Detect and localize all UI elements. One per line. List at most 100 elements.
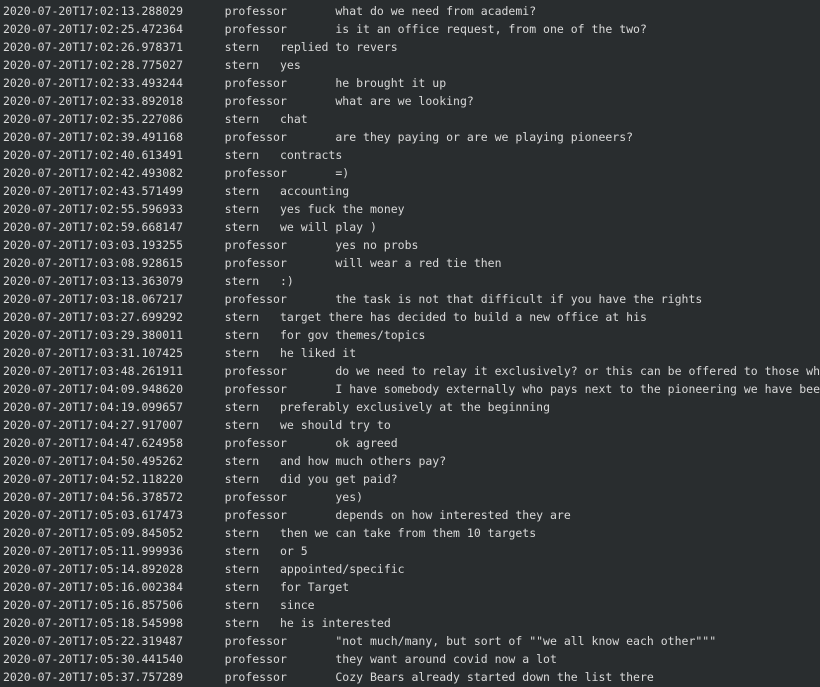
log-column-gap bbox=[183, 148, 225, 162]
log-message: did you get paid? bbox=[279, 472, 398, 486]
log-line: 2020-07-20T17:04:50.495262 stern and how… bbox=[3, 452, 820, 470]
log-column-gap bbox=[183, 166, 225, 180]
log-column-gap bbox=[259, 310, 280, 324]
log-timestamp: 2020-07-20T17:05:16.857506 bbox=[3, 598, 184, 612]
log-column-gap bbox=[287, 382, 335, 396]
log-line: 2020-07-20T17:05:37.757289 professor Coz… bbox=[3, 668, 820, 686]
log-username: stern bbox=[224, 328, 260, 342]
log-username: professor bbox=[224, 652, 287, 666]
log-column-gap bbox=[259, 328, 280, 342]
log-line: 2020-07-20T17:03:29.380011 stern for gov… bbox=[3, 326, 820, 344]
log-timestamp: 2020-07-20T17:03:03.193255 bbox=[3, 238, 184, 252]
log-column-gap bbox=[287, 670, 335, 684]
log-column-gap bbox=[287, 508, 335, 522]
log-message: Cozy Bears already started down the list… bbox=[335, 670, 654, 684]
log-column-gap bbox=[183, 238, 225, 252]
log-message: depends on how interested they are bbox=[335, 508, 571, 522]
log-line: 2020-07-20T17:03:18.067217 professor the… bbox=[3, 290, 820, 308]
log-column-gap bbox=[183, 220, 225, 234]
log-timestamp: 2020-07-20T17:02:55.596933 bbox=[3, 202, 184, 216]
log-column-gap bbox=[183, 472, 225, 486]
log-column-gap bbox=[183, 598, 225, 612]
log-column-gap bbox=[183, 526, 225, 540]
log-column-gap bbox=[183, 4, 225, 18]
log-column-gap bbox=[183, 580, 225, 594]
log-column-gap bbox=[183, 328, 225, 342]
log-message: =) bbox=[335, 166, 350, 180]
log-message: contracts bbox=[279, 148, 343, 162]
log-line: 2020-07-20T17:05:09.845052 stern then we… bbox=[3, 524, 820, 542]
log-column-gap bbox=[183, 490, 225, 504]
log-username: stern bbox=[224, 346, 260, 360]
log-timestamp: 2020-07-20T17:02:26.978371 bbox=[3, 40, 184, 54]
log-message: they want around covid now a lot bbox=[335, 652, 557, 666]
log-column-gap bbox=[183, 58, 225, 72]
log-line: 2020-07-20T17:02:43.571499 stern account… bbox=[3, 182, 820, 200]
log-message: and how much others pay? bbox=[279, 454, 447, 468]
log-message: for gov themes/topics bbox=[279, 328, 426, 342]
log-line: 2020-07-20T17:03:48.261911 professor do … bbox=[3, 362, 820, 380]
log-username: stern bbox=[224, 472, 260, 486]
log-column-gap bbox=[259, 580, 280, 594]
log-username: professor bbox=[224, 94, 287, 108]
log-column-gap bbox=[259, 418, 280, 432]
log-column-gap bbox=[287, 22, 335, 36]
log-timestamp: 2020-07-20T17:05:11.999936 bbox=[3, 544, 184, 558]
log-line: 2020-07-20T17:04:52.118220 stern did you… bbox=[3, 470, 820, 488]
log-column-gap bbox=[183, 112, 225, 126]
log-column-gap bbox=[183, 400, 225, 414]
chat-log-viewer[interactable]: 2020-07-20T17:02:13.288029 professor wha… bbox=[0, 0, 820, 687]
log-timestamp: 2020-07-20T17:05:18.545998 bbox=[3, 616, 184, 630]
log-message: yes bbox=[279, 58, 301, 72]
log-column-gap bbox=[259, 454, 280, 468]
log-message: yes) bbox=[335, 490, 364, 504]
log-line: 2020-07-20T17:05:14.892028 stern appoint… bbox=[3, 560, 820, 578]
log-timestamp: 2020-07-20T17:05:03.617473 bbox=[3, 508, 184, 522]
log-username: professor bbox=[224, 364, 287, 378]
log-column-gap bbox=[183, 634, 225, 648]
log-column-gap bbox=[287, 130, 335, 144]
log-timestamp: 2020-07-20T17:02:59.668147 bbox=[3, 220, 184, 234]
log-column-gap bbox=[287, 436, 335, 450]
log-username: professor bbox=[224, 436, 287, 450]
log-username: stern bbox=[224, 220, 260, 234]
log-line: 2020-07-20T17:02:40.613491 stern contrac… bbox=[3, 146, 820, 164]
log-timestamp: 2020-07-20T17:03:18.067217 bbox=[3, 292, 184, 306]
log-column-gap bbox=[259, 526, 280, 540]
log-column-gap bbox=[183, 22, 225, 36]
log-timestamp: 2020-07-20T17:05:37.757289 bbox=[3, 670, 184, 684]
log-message: will wear a red tie then bbox=[335, 256, 502, 270]
log-timestamp: 2020-07-20T17:04:56.378572 bbox=[3, 490, 184, 504]
log-line: 2020-07-20T17:03:03.193255 professor yes… bbox=[3, 236, 820, 254]
log-message: or 5 bbox=[279, 544, 308, 558]
log-column-gap bbox=[183, 364, 225, 378]
log-username: stern bbox=[224, 418, 260, 432]
log-timestamp: 2020-07-20T17:05:22.319487 bbox=[3, 634, 184, 648]
log-timestamp: 2020-07-20T17:04:52.118220 bbox=[3, 472, 184, 486]
log-column-gap bbox=[259, 220, 280, 234]
log-message: replied to revers bbox=[279, 40, 398, 54]
log-message: he liked it bbox=[279, 346, 357, 360]
log-timestamp: 2020-07-20T17:02:25.472364 bbox=[3, 22, 184, 36]
log-timestamp: 2020-07-20T17:03:08.928615 bbox=[3, 256, 184, 270]
log-username: professor bbox=[224, 22, 287, 36]
log-username: stern bbox=[224, 616, 260, 630]
log-column-gap bbox=[183, 310, 225, 324]
log-username: stern bbox=[224, 40, 260, 54]
log-message: accounting bbox=[279, 184, 350, 198]
log-line: 2020-07-20T17:04:19.099657 stern prefera… bbox=[3, 398, 820, 416]
log-message: he brought it up bbox=[335, 76, 447, 90]
log-username: stern bbox=[224, 598, 260, 612]
log-username: professor bbox=[224, 292, 287, 306]
log-line: 2020-07-20T17:02:39.491168 professor are… bbox=[3, 128, 820, 146]
log-column-gap bbox=[287, 238, 335, 252]
log-username: stern bbox=[224, 274, 260, 288]
log-column-gap bbox=[287, 4, 335, 18]
log-message: we will play ) bbox=[279, 220, 377, 234]
log-column-gap bbox=[183, 670, 225, 684]
log-message: do we need to relay it exclusively? or t… bbox=[335, 364, 820, 378]
log-message: for Target bbox=[279, 580, 350, 594]
log-column-gap bbox=[287, 634, 335, 648]
log-line: 2020-07-20T17:05:22.319487 professor "no… bbox=[3, 632, 820, 650]
log-timestamp: 2020-07-20T17:02:42.493082 bbox=[3, 166, 184, 180]
